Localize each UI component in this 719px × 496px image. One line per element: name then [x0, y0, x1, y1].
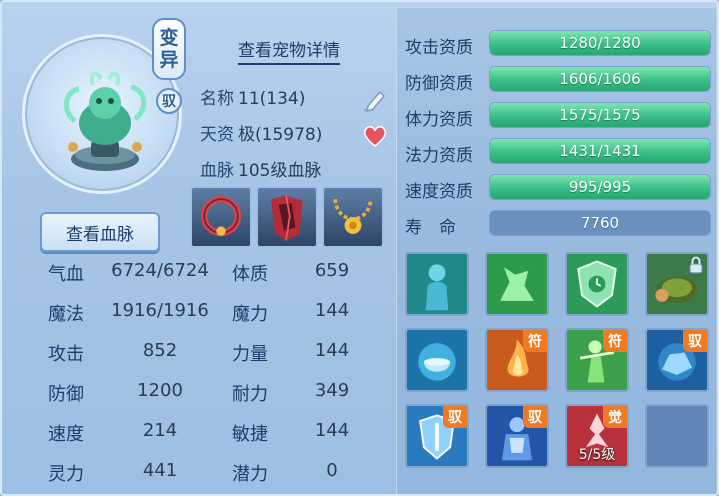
life-label: 寿 命: [405, 218, 456, 238]
stat-value: 1200: [137, 380, 183, 401]
red-collar-icon: [200, 195, 242, 237]
skill-slot-9[interactable]: 驭: [405, 404, 469, 468]
aptitude-value: 1575/1575: [559, 106, 641, 124]
aptitude-value: 1606/1606: [559, 70, 641, 88]
pet-talent-row: 天资 极(15978): [200, 120, 322, 145]
mutation-badge-char-2: 异: [159, 49, 179, 71]
stat-label: 速度: [48, 424, 84, 445]
pet-bloodline-value: 105级血脉: [238, 161, 322, 181]
talisman-tag: 符: [603, 330, 627, 352]
pet-bloodline-label: 血脉: [200, 161, 234, 181]
skill-slot-1[interactable]: [405, 252, 469, 316]
stat-value: 659: [314, 260, 350, 281]
stat-label: 魔法: [48, 304, 84, 325]
pet-name-row: 名称 11(134): [200, 84, 305, 109]
aptitude-bar: 1575/1575: [489, 102, 711, 128]
skill-slot-2[interactable]: [485, 252, 549, 316]
aptitude-bar: 1280/1280: [489, 30, 711, 56]
stat-label: 防御: [48, 384, 84, 405]
stat-label: 气血: [48, 264, 84, 285]
skill-slot-empty[interactable]: [645, 404, 709, 468]
stat-label: 魔力: [232, 304, 268, 325]
pet-name-label: 名称: [200, 89, 234, 109]
pet-left-pane: 变 异 驭 查看宠物详情 名称 11(134) 天资 极(15978) 血脉 105级…: [8, 8, 392, 494]
pet-bloodline-row: 血脉 105级血脉: [200, 156, 321, 181]
stat-value: 6724/6724: [111, 260, 209, 281]
spirit-figure-icon: [407, 254, 467, 314]
aptitude-value: 1280/1280: [559, 34, 641, 52]
stat-value: 349: [314, 380, 350, 401]
pet-talent-value: 极(15978): [238, 125, 323, 145]
life-value: 7760: [580, 214, 620, 232]
stat-value: 852: [142, 340, 178, 361]
skill-slot-11[interactable]: 觉 5/5级: [565, 404, 629, 468]
stat-value: 144: [314, 340, 350, 361]
skill-slot-8[interactable]: 驭: [645, 328, 709, 392]
tame-tag: 驭: [523, 406, 547, 428]
aptitude-label: 体力资质: [405, 110, 473, 130]
stat-label: 力量: [232, 344, 268, 365]
aptitude-value: 995/995: [568, 178, 632, 196]
aptitude-label: 攻击资质: [405, 38, 473, 58]
stat-value: 144: [314, 300, 350, 321]
skill-level-text: 5/5级: [578, 447, 616, 463]
mutation-badge: 变 异: [152, 18, 186, 80]
aptitude-value: 1431/1431: [559, 142, 641, 160]
heart-icon[interactable]: [362, 124, 388, 148]
shield-clock-icon: [567, 254, 627, 314]
stat-value: 1916/1916: [111, 300, 209, 321]
gold-necklace-icon: [333, 198, 373, 234]
mutation-badge-char-1: 变: [159, 27, 179, 49]
green-beast-icon: [487, 254, 547, 314]
edit-name-icon[interactable]: [362, 86, 388, 112]
skill-slot-3[interactable]: [565, 252, 629, 316]
skill-slot-6[interactable]: 符: [485, 328, 549, 392]
stat-label: 体质: [232, 264, 268, 285]
pet-right-pane: 攻击资质 1280/1280 防御资质 1606/1606 体力资质 1575/1575 法…: [396, 8, 716, 494]
aptitude-label: 防御资质: [405, 74, 473, 94]
pet-model-icon: [63, 71, 147, 171]
stat-label: 攻击: [48, 344, 84, 365]
equipment-slot-collar[interactable]: [190, 186, 252, 248]
life-bar: 7760: [489, 210, 711, 236]
stat-value: 144: [314, 420, 350, 441]
stat-label: 敏捷: [232, 424, 268, 445]
skill-slot-10[interactable]: 驭: [485, 404, 549, 468]
aptitude-bar: 1431/1431: [489, 138, 711, 164]
aptitude-label: 法力资质: [405, 146, 473, 166]
skill-slot-7[interactable]: 符: [565, 328, 629, 392]
water-cauldron-icon: [407, 330, 467, 390]
equipment-slot-armor[interactable]: [256, 186, 318, 248]
lock-icon: [689, 256, 703, 274]
view-pet-details-link[interactable]: 查看宠物详情: [238, 36, 340, 65]
tame-tag: 驭: [683, 330, 707, 352]
tame-badge: 驭: [156, 88, 182, 114]
stat-value: 441: [142, 460, 178, 481]
view-bloodline-button[interactable]: 查看血脉: [40, 212, 160, 252]
stat-label: 耐力: [232, 384, 268, 405]
talisman-tag: 符: [523, 330, 547, 352]
aptitude-bar: 1606/1606: [489, 66, 711, 92]
stat-value: 0: [326, 460, 338, 481]
equipment-slot-necklace[interactable]: [322, 186, 384, 248]
pet-talent-label: 天资: [200, 125, 234, 145]
stat-value: 214: [142, 420, 178, 441]
pet-info-panel: 变 异 驭 查看宠物详情 名称 11(134) 天资 极(15978) 血脉 105级…: [0, 0, 719, 496]
red-armor-icon: [271, 195, 303, 241]
tame-tag: 驭: [443, 406, 467, 428]
aptitude-label: 速度资质: [405, 182, 473, 202]
pet-name-value: 11(134): [238, 89, 306, 109]
skill-slot-4[interactable]: [645, 252, 709, 316]
stat-label: 潜力: [232, 464, 268, 485]
stat-label: 灵力: [48, 464, 84, 485]
aptitude-bar: 995/995: [489, 174, 711, 200]
awaken-tag: 觉: [603, 406, 627, 428]
skill-slot-5[interactable]: [405, 328, 469, 392]
